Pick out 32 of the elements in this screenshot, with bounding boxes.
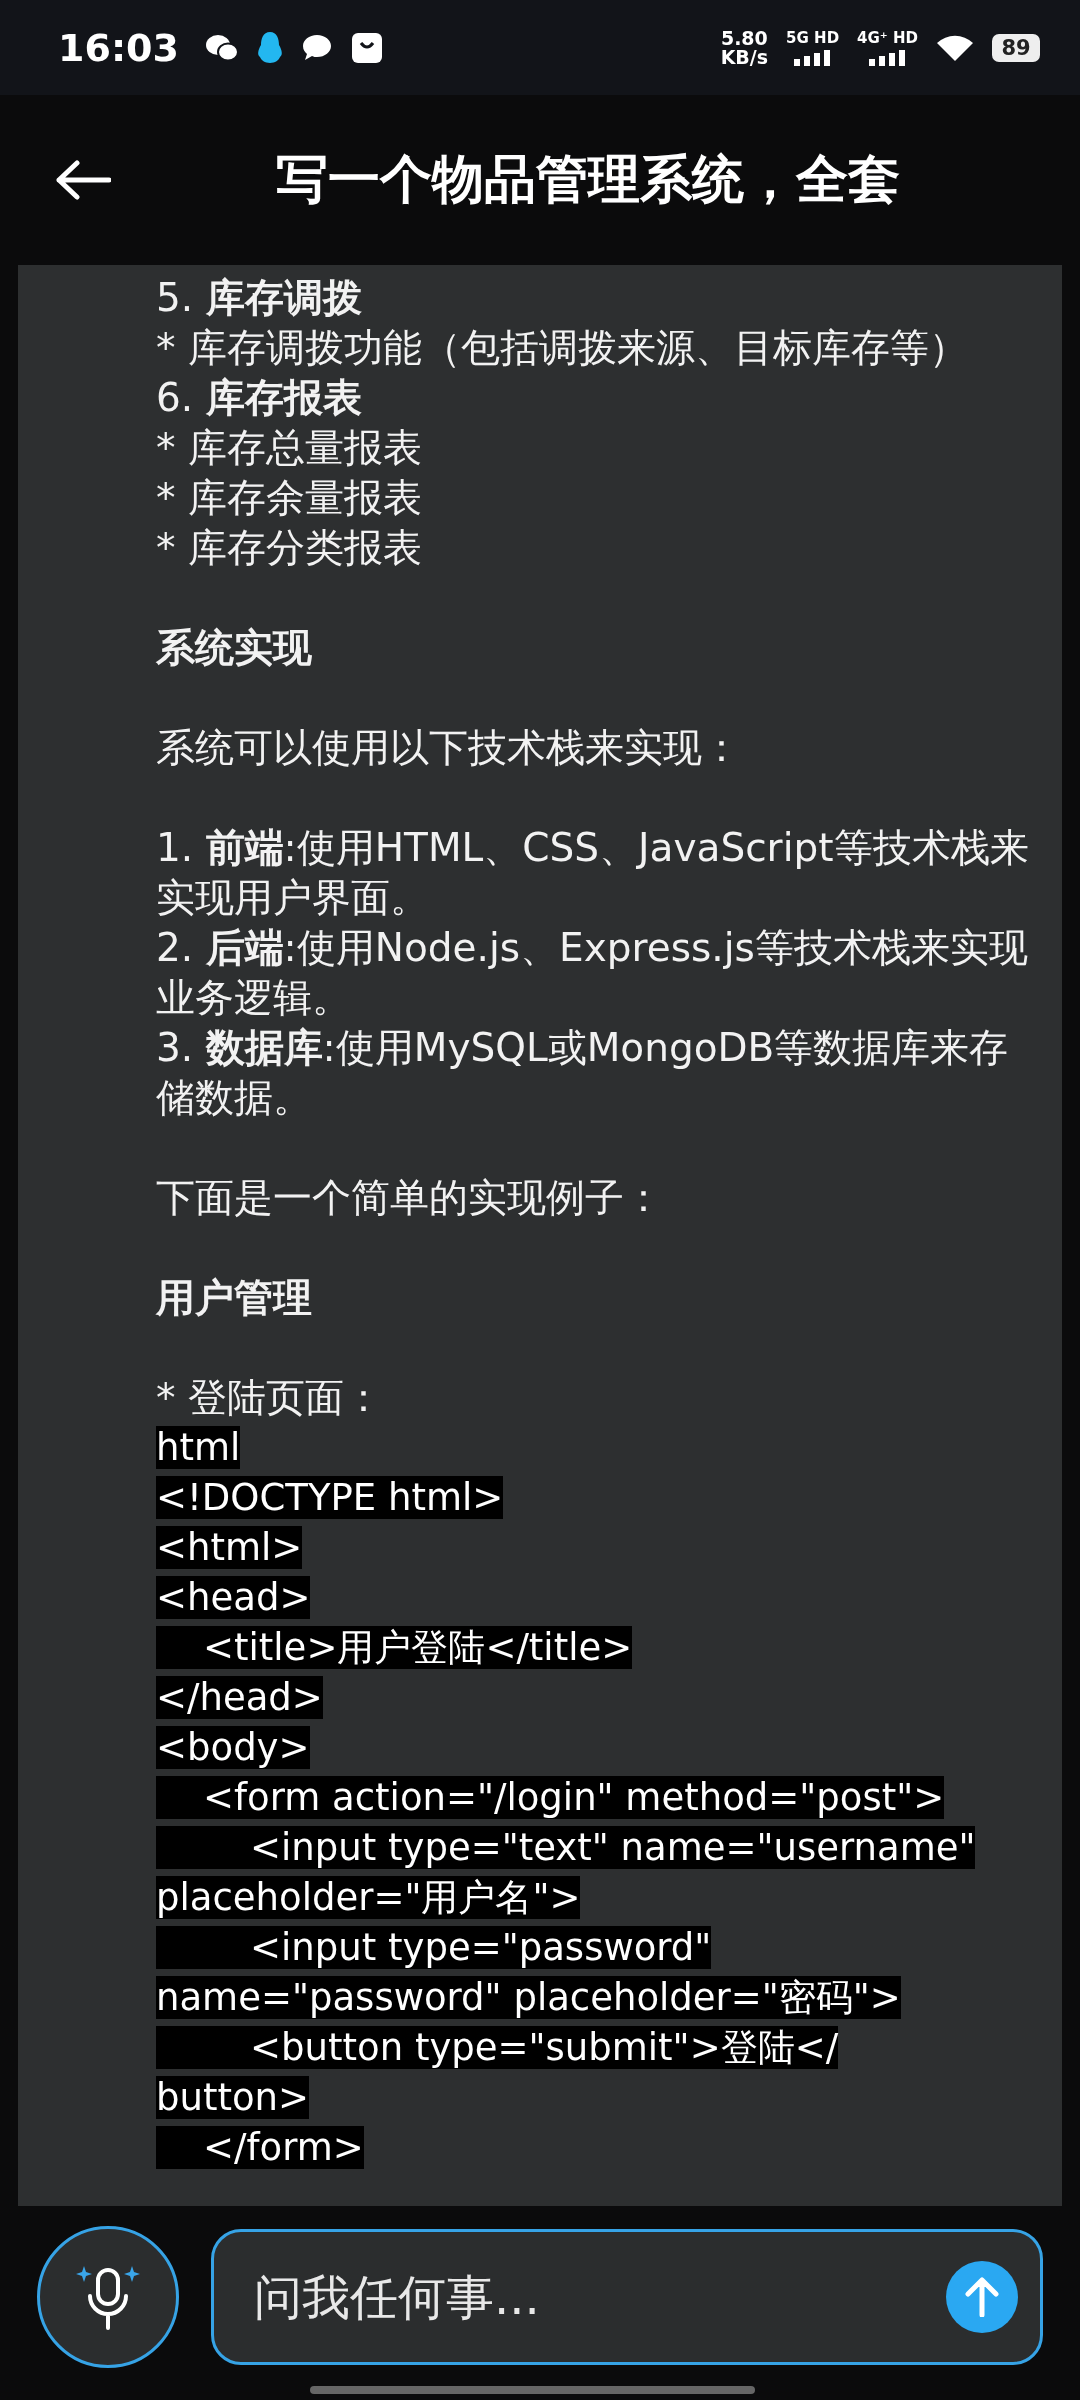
message-text: 系统可以使用以下技术栈来实现：: [156, 724, 742, 772]
chat-title: 写一个物品管理系统，全套: [276, 148, 900, 211]
penguin-icon: [256, 30, 283, 65]
up-arrow-icon: [965, 2277, 999, 2317]
message-text: 5. 库存调拨: [156, 274, 363, 322]
message-text: 下面是一个简单的实现例子：: [156, 1174, 664, 1222]
message-text: 1. 前端:使用HTML、CSS、JavaScript等技术栈来实现用户界面。: [156, 824, 1030, 922]
message-text: * 库存分类报表: [156, 524, 423, 572]
message-text: 3. 数据库:使用MySQL或MongoDB等数据库来存储数据。: [156, 1024, 1010, 1122]
clock: 16:03: [58, 25, 179, 70]
section-heading: 用户管理: [156, 1274, 313, 1322]
network-label: 4G⁺ HD: [857, 29, 918, 47]
message-text: 6. 库存报表: [156, 374, 363, 422]
message-bubble-icon: [300, 32, 333, 63]
signal-icon: [793, 50, 832, 66]
message-text: * 库存总量报表: [156, 424, 423, 472]
message-field[interactable]: 问我任何事...: [211, 2229, 1043, 2365]
message-text: * 库存余量报表: [156, 474, 423, 522]
wifi-icon: [936, 33, 974, 62]
bag-icon: [350, 31, 383, 64]
message-input[interactable]: 问我任何事...: [252, 2268, 946, 2326]
microphone-icon: [76, 2264, 140, 2330]
battery-icon: 89: [992, 33, 1040, 62]
message-text: * 登陆页面：: [156, 1374, 384, 1422]
network-speed: 5.80 KB/s: [720, 28, 769, 67]
section-heading: 系统实现: [156, 624, 313, 672]
message-text: 2. 后端:使用Node.js、Express.js等技术栈来实现业务逻辑。: [156, 924, 1029, 1022]
signal-icon: [868, 50, 907, 66]
back-arrow-icon[interactable]: [55, 160, 111, 200]
chat-bubbles-icon: [204, 32, 239, 63]
message-text: * 库存调拨功能（包括调拨来源、目标库存等）: [156, 324, 969, 372]
network-label: 5G HD: [786, 29, 840, 47]
